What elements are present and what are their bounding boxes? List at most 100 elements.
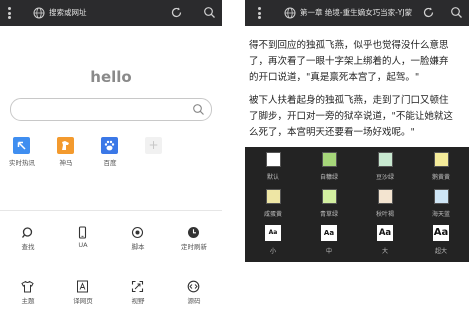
home-search-box[interactable]: [10, 98, 212, 121]
menu-label: 查找: [21, 243, 35, 251]
menu-label: 视野: [131, 297, 145, 305]
theme-swatch: [434, 189, 449, 204]
article-line: 了，再次看了一眼十字架上绑着的人，一脸嫌弃: [249, 56, 449, 67]
theme-name: 咸蛋黄: [263, 211, 282, 218]
shortcut-baidu[interactable]: 百度: [88, 137, 132, 173]
menu-divider: [0, 210, 222, 211]
font-size-label: 中: [325, 248, 332, 255]
theme-swatch: [378, 189, 393, 204]
arrow-up-left-icon: [13, 137, 30, 154]
search-icon[interactable]: [192, 103, 205, 116]
menu-label: 译网页: [73, 297, 93, 305]
theme-option-sky-blue[interactable]: 海天蓝: [413, 186, 469, 224]
address-input[interactable]: 搜索或网址: [49, 6, 87, 20]
theme-swatch: [322, 152, 337, 167]
reading-settings-panel: 默认 自糠绿 豆沙绿 鹅黄黄 咸蛋黄 青草绿 秋叶褐 海天蓝 Aa 小 Aa 中…: [245, 147, 469, 262]
article-paragraph: 被下人扶着起身的独孤飞燕，走到了门口又顿住 了脚步，开口对一旁的狱卒说道，"不能…: [249, 93, 469, 141]
phone-icon: [78, 226, 87, 239]
font-sample: Aa: [433, 225, 449, 241]
font-sample: Aa: [321, 225, 337, 241]
menu-find[interactable]: 查找: [0, 226, 56, 256]
article-paragraph: 得不到回应的独孤飞燕，似乎也觉得没什么意思 了，再次看了一眼十字架上绑着的人，一…: [249, 38, 469, 86]
article-body: 得不到回应的独孤飞燕，似乎也觉得没什么意思 了，再次看了一眼十字架上绑着的人，一…: [249, 38, 469, 148]
home-search-input[interactable]: [19, 101, 179, 117]
home-logo-text: hello: [90, 68, 132, 86]
theme-name: 海天蓝: [431, 211, 450, 218]
translate-icon: [77, 280, 88, 293]
theme-name: 秋叶褐: [375, 211, 394, 218]
reader-address-bar: 第一章 绝境-重生嫡女巧当家-YJ蒙: [245, 0, 469, 26]
shortcut-realtime-news[interactable]: 实时热讯: [0, 137, 44, 173]
globe-icon: [33, 7, 45, 19]
font-size-medium[interactable]: Aa 中: [301, 225, 357, 262]
article-line: 么死了，本宫明天还要看一场好戏呢。": [249, 127, 415, 138]
theme-name: 豆沙绿: [375, 174, 394, 181]
theme-swatch: [434, 152, 449, 167]
theme-option-grass[interactable]: 青草绿: [301, 186, 357, 224]
menu-label: 源码: [187, 297, 201, 305]
shortcut-label: 百度: [103, 159, 117, 167]
menu-label: UA: [78, 241, 88, 249]
expand-icon: [131, 280, 144, 293]
font-size-large[interactable]: Aa 大: [357, 225, 413, 262]
shirt-icon: [21, 280, 34, 293]
font-size-label: 大: [381, 248, 388, 255]
theme-option-default[interactable]: 默认: [245, 149, 301, 187]
horse-icon: [57, 137, 74, 154]
plus-icon: +: [148, 138, 159, 152]
find-icon: [21, 227, 33, 238]
theme-swatch: [322, 189, 337, 204]
menu-dots-icon[interactable]: [8, 7, 12, 19]
shortcut-shenma[interactable]: 神马: [44, 137, 88, 173]
menu-timed-refresh[interactable]: 定时刷新: [166, 226, 222, 256]
theme-option-yolk[interactable]: 咸蛋黄: [245, 186, 301, 224]
search-icon[interactable]: [203, 6, 216, 19]
browser-screen: 搜索或网址 hello 实时热讯 神马 百度 + 查找 UA 脚本 定时刷新 主…: [0, 0, 222, 319]
theme-name: 青草绿: [319, 211, 338, 218]
menu-view[interactable]: 视野: [110, 280, 166, 310]
theme-name: 默认: [266, 174, 279, 181]
article-line: 被下人扶着起身的独孤飞燕，走到了门口又顿住: [249, 95, 449, 106]
theme-name: 鹅黄黄: [431, 174, 450, 181]
font-size-small[interactable]: Aa 小: [245, 225, 301, 262]
menu-theme[interactable]: 主题: [0, 280, 56, 310]
theme-swatch: [266, 189, 281, 204]
font-size-label: 小: [269, 248, 276, 255]
menu-script[interactable]: 脚本: [110, 226, 166, 256]
article-line: 得不到回应的独孤飞燕，似乎也觉得没什么意思: [249, 40, 449, 51]
theme-option-bean-green[interactable]: 豆沙绿: [357, 149, 413, 187]
reader-screen: 第一章 绝境-重生嫡女巧当家-YJ蒙 得不到回应的独孤飞燕，似乎也觉得没什么意思…: [245, 0, 469, 262]
theme-swatch: [266, 152, 281, 167]
address-bar: 搜索或网址: [0, 0, 222, 26]
shortcut-label: 神马: [59, 159, 73, 167]
refresh-icon[interactable]: [170, 6, 183, 19]
refresh-icon[interactable]: [422, 6, 435, 19]
menu-label: 定时刷新: [181, 243, 207, 251]
font-sample: Aa: [377, 225, 393, 241]
article-line: 的开口说道，"真是禀死本宫了，起驾。": [249, 72, 420, 83]
menu-dots-icon[interactable]: [258, 7, 262, 19]
article-line: 了脚步，开口对一旁的狱卒说道，"不能让她就这: [249, 111, 453, 122]
menu-source[interactable]: 源码: [166, 280, 222, 310]
font-size-label: 超大: [434, 248, 447, 255]
font-size-xlarge[interactable]: Aa 超大: [413, 225, 469, 262]
code-icon: [187, 280, 200, 293]
menu-label: 主题: [21, 297, 35, 305]
menu-ua[interactable]: UA: [55, 226, 111, 256]
theme-option-autumn[interactable]: 秋叶褐: [357, 186, 413, 224]
paw-icon: [101, 137, 118, 154]
font-sample: Aa: [265, 225, 281, 241]
theme-name: 自糠绿: [319, 174, 338, 181]
menu-translate[interactable]: 译网页: [55, 280, 111, 310]
search-icon[interactable]: [450, 6, 463, 19]
page-title-address[interactable]: 第一章 绝境-重生嫡女巧当家-YJ蒙: [300, 6, 412, 20]
theme-option-yellow[interactable]: 鹅黄黄: [413, 149, 469, 187]
theme-option-green[interactable]: 自糠绿: [301, 149, 357, 187]
add-shortcut-button[interactable]: +: [145, 137, 162, 154]
shortcut-label: 实时热讯: [9, 159, 35, 167]
theme-swatch: [378, 152, 393, 167]
script-icon: [131, 226, 144, 239]
clock-icon: [188, 227, 199, 238]
menu-label: 脚本: [131, 243, 145, 251]
globe-icon: [284, 7, 296, 19]
